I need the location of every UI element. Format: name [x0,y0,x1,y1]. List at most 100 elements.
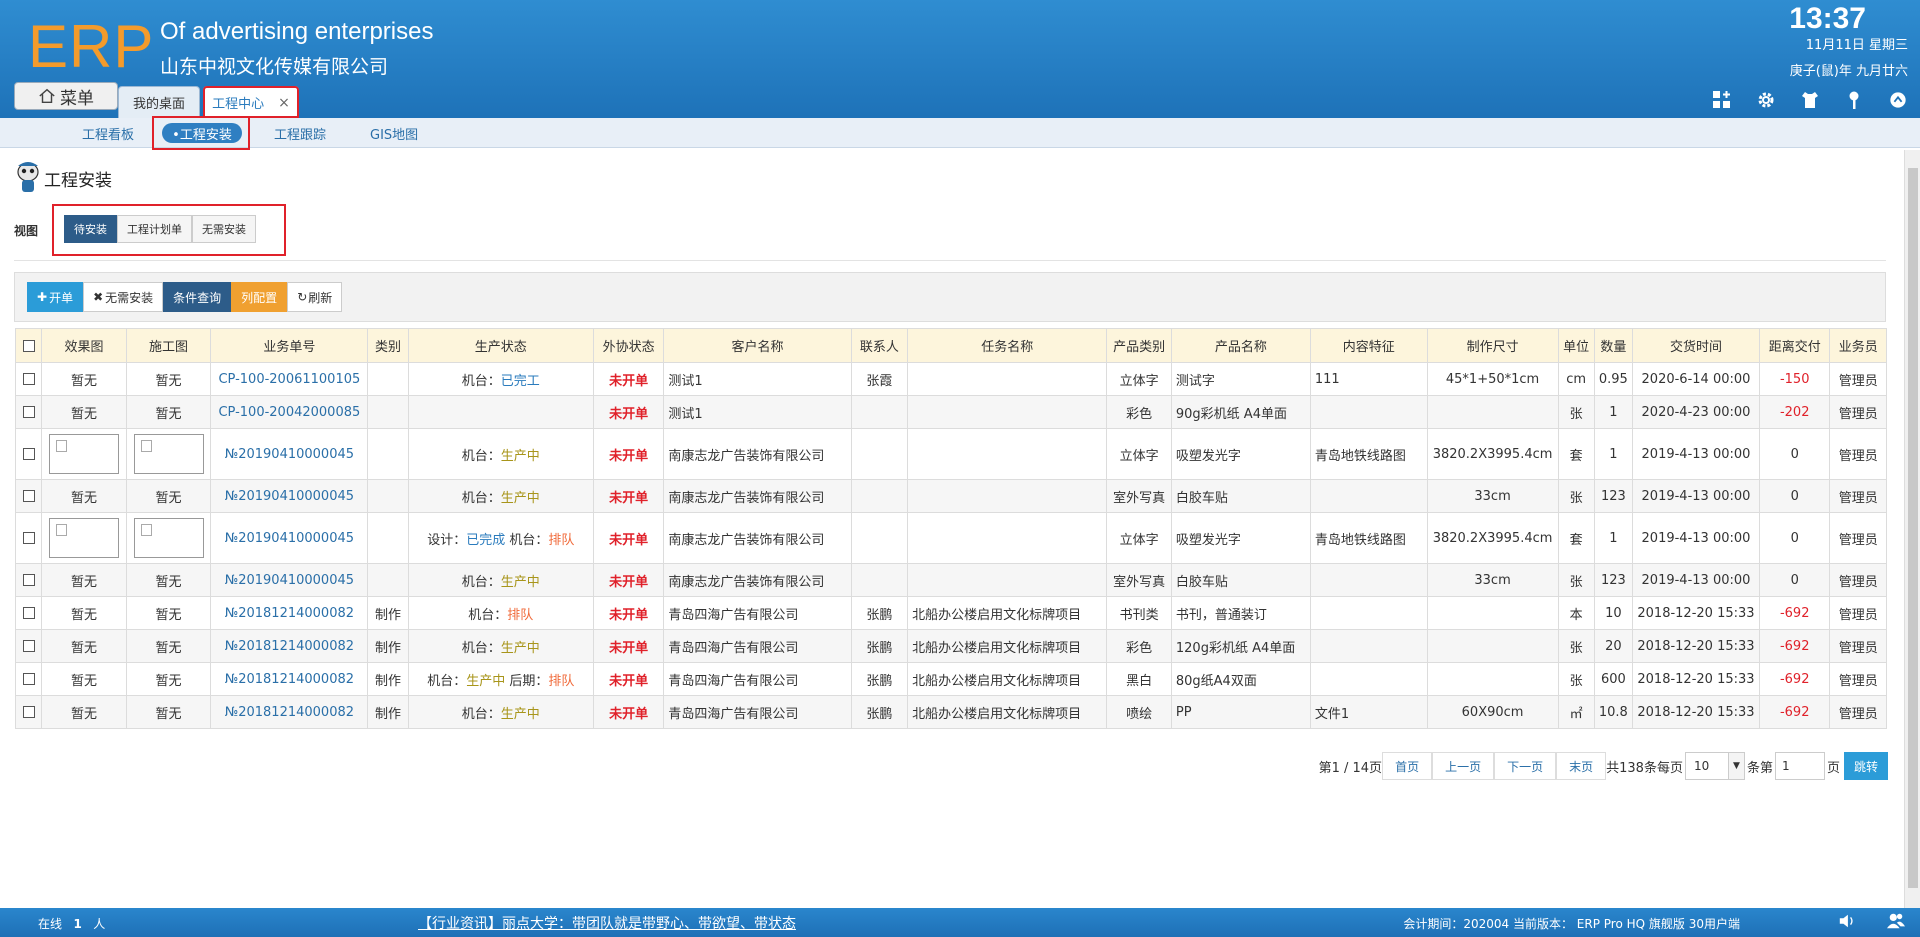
table-row[interactable]: №20190410000045 设计：已完成 机台：排队 未开单 南康志龙广告装饰有限… [14,512,1887,564]
row-checkbox-cell[interactable] [14,395,43,429]
next-page-button[interactable]: 下一页 [1494,752,1557,780]
chevron-up-icon[interactable] [1886,88,1910,112]
order-number-link[interactable]: №20181214000082 [225,672,354,687]
table-row[interactable]: 暂无 暂无 CP-100-20042000085 未开单 测试1 彩色 90g彩机纸 A4单… [14,395,1887,429]
order-number-link[interactable]: №20181214000082 [225,606,354,621]
checkbox[interactable] [22,532,35,544]
view-pending-install[interactable]: 待安装 [64,215,117,243]
column-header[interactable]: 效果图 [41,328,127,363]
column-header[interactable]: 类别 [367,328,409,363]
checkbox[interactable] [22,706,35,718]
subnav-item-tracking[interactable]: 工程跟踪 [274,124,326,143]
table-row[interactable]: 暂无 暂无 №20181214000082 制作 机台：生产中 未开单 青岛四海广告有限公司… [14,695,1887,729]
prev-page-button[interactable]: 上一页 [1432,752,1495,780]
order-number-link[interactable]: №20190410000045 [225,531,354,546]
speaker-icon[interactable] [1838,912,1856,933]
column-header[interactable]: 内容特征 [1309,328,1428,363]
last-page-button[interactable]: 末页 [1556,752,1607,780]
gear-icon[interactable] [1754,88,1778,112]
order-number-link[interactable]: №20181214000082 [225,639,354,654]
open-order-button[interactable]: ✚ 开单 [27,282,84,312]
order-number-link[interactable]: №20190410000045 [225,489,354,504]
image-thumbnail[interactable] [133,434,204,474]
row-checkbox-cell[interactable] [14,563,43,597]
order-number-link[interactable]: №20181214000082 [225,705,354,720]
cell-text: 45*1+50*1cm [1445,371,1540,387]
checkbox[interactable] [22,490,35,502]
order-number-link[interactable]: CP-100-20061100105 [218,372,360,387]
row-checkbox-cell[interactable] [14,428,43,480]
refresh-button[interactable]: ↻ 刷新 [287,282,343,312]
column-header[interactable]: 外协状态 [592,328,665,363]
table-row[interactable]: 暂无 暂无 CP-100-20061100105 机台：已完工 未开单 测试1 张霞 立体字测… [14,362,1887,396]
table-row[interactable]: 暂无 暂无 №20181214000082 制作 机台：排队 未开单 青岛四海广告有限公司张… [14,596,1887,630]
column-header[interactable]: 生产状态 [407,328,594,363]
table-row[interactable]: №20190410000045 机台：生产中 未开单 南康志龙广告装饰有限公司 立体字吸… [14,428,1887,480]
order-number-link[interactable]: №20190410000045 [225,573,354,588]
table-row[interactable]: 暂无 暂无 №20190410000045 机台：生产中 未开单 南康志龙广告装饰有限公司… [14,563,1887,597]
key-icon[interactable] [1842,88,1866,112]
scrollbar-thumb[interactable] [1908,168,1918,888]
condition-query-button[interactable]: 条件查询 [163,282,232,312]
column-header[interactable]: 距离交付 [1758,328,1831,363]
grid-add-icon[interactable] [1710,88,1734,112]
column-header[interactable]: 任务名称 [907,328,1108,363]
image-thumbnail[interactable] [133,518,204,558]
column-header[interactable]: 单位 [1557,328,1595,363]
row-checkbox-cell[interactable] [14,362,43,396]
column-header[interactable]: 客户名称 [663,328,852,363]
cell-text: 0 [1790,572,1799,588]
column-config-button[interactable]: 列配置 [231,282,288,312]
table-row[interactable]: 暂无 暂无 №20190410000045 机台：生产中 未开单 南康志龙广告装饰有限公司… [14,479,1887,513]
table-row[interactable]: 暂无 暂无 №20181214000082 制作 机台：生产中 未开单 青岛四海广告有限公司… [14,629,1887,663]
column-header[interactable]: 交货时间 [1631,328,1760,363]
row-checkbox-cell[interactable] [14,596,43,630]
image-thumbnail[interactable] [48,518,119,558]
checkbox[interactable] [22,373,35,385]
per-page-select[interactable]: 10 ▼ [1684,752,1745,780]
checkbox[interactable] [22,673,35,685]
news-ticker-link[interactable]: 【行业资讯】丽点大学：带团队就是带野心、带欲望、带状态 [418,913,796,933]
goto-button[interactable]: 跳转 [1843,752,1888,780]
image-thumbnail[interactable] [48,434,119,474]
table-row[interactable]: 暂无 暂无 №20181214000082 制作 机台：生产中 后期：排队 未开单 青岛四海… [14,662,1887,696]
column-header[interactable]: 制作尺寸 [1426,328,1559,363]
checkbox[interactable] [22,574,35,586]
order-number-link[interactable]: CP-100-20042000085 [218,405,360,420]
goto-page-input[interactable]: 1 [1774,752,1825,780]
first-page-button[interactable]: 首页 [1382,752,1433,780]
column-header[interactable]: 联系人 [850,328,909,363]
row-checkbox-cell[interactable] [14,512,43,564]
subnav-item-board[interactable]: 工程看板 [82,124,134,143]
checkbox[interactable] [22,448,35,460]
checkbox[interactable] [22,607,35,619]
column-header[interactable]: 业务单号 [210,328,369,363]
column-header[interactable]: 产品类别 [1106,328,1172,363]
tab-my-desktop[interactable]: 我的桌面 [118,86,200,118]
checkbox[interactable] [22,339,35,352]
no-install-button[interactable]: ✖ 无需安装 [83,282,164,312]
checkbox[interactable] [22,640,35,652]
users-icon[interactable] [1886,912,1906,933]
column-header[interactable]: 施工图 [125,328,212,363]
subnav-item-install[interactable]: •工程安装 [152,116,250,150]
action-toolbar: ✚ 开单 ✖ 无需安装 条件查询 列配置 ↻ 刷新 [14,272,1886,322]
order-number-link[interactable]: №20190410000045 [225,447,354,462]
row-checkbox-cell[interactable] [14,695,43,729]
menu-button[interactable]: 菜单 [14,82,118,110]
row-checkbox-cell[interactable] [14,629,43,663]
view-engineering-plan[interactable]: 工程计划单 [117,215,192,243]
row-checkbox-cell[interactable] [14,479,43,513]
checkbox[interactable] [22,406,35,418]
select-all-checkbox-cell[interactable] [14,328,43,363]
shirt-icon[interactable] [1798,88,1822,112]
column-header[interactable]: 业务员 [1829,328,1887,363]
subnav-item-gis-map[interactable]: GIS地图 [370,124,418,143]
view-no-install[interactable]: 无需安装 [192,215,256,243]
tab-engineering-center[interactable]: 工程中心 × [203,86,299,118]
vertical-scrollbar[interactable] [1904,150,1920,908]
row-checkbox-cell[interactable] [14,662,43,696]
close-icon[interactable]: × [278,95,290,111]
column-header[interactable]: 产品名称 [1170,328,1311,363]
column-header[interactable]: 数量 [1593,328,1633,363]
